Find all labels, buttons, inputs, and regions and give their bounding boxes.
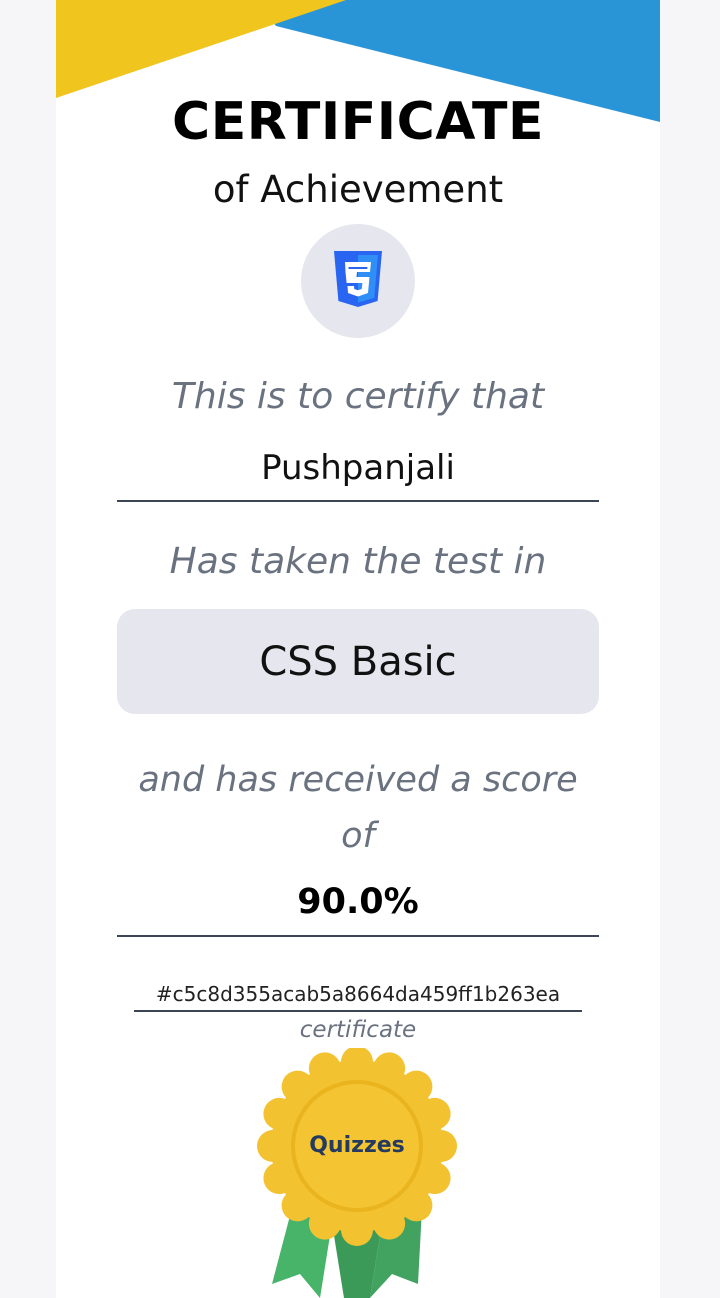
quizzes-badge: Quizzes [252,1046,462,1298]
seal-scallop [308,1207,341,1240]
seal-scallop [400,1189,433,1222]
certificate-title: CERTIFICATE [172,92,544,152]
course-logo [301,224,415,338]
certificate-card: CERTIFICATE of Achievement This is to ce… [56,0,660,1298]
banner-yellow-stripe [56,0,346,98]
seal-scallop [263,1162,296,1195]
seal-scallop [373,1207,406,1240]
certificate-subtitle: of Achievement [212,168,504,211]
seal-scallop [281,1070,314,1103]
seal-scallop [341,1214,373,1246]
seal-scallop [418,1162,451,1195]
taken-test-text: Has taken the test in [169,541,547,582]
badge-icon [257,1046,457,1298]
certify-text: This is to certify that [171,376,545,417]
test-name-box: CSS Basic [117,609,599,714]
certificate-label: certificate [299,1017,417,1043]
score-text: and has received a score of [138,760,578,856]
css3-icon [334,251,382,307]
certificate-id: #c5c8d355acab5a8664da459ff1b263ea [134,982,582,1012]
score-value: 90.0% [117,882,599,937]
seal-scallop [373,1052,406,1085]
recipient-name: Pushpanjali [117,448,599,502]
seal-scallop [281,1189,314,1222]
seal-scallop [418,1097,451,1130]
seal-scallop [263,1097,296,1130]
badge-text: Quizzes [309,1133,405,1158]
test-name: CSS Basic [259,638,457,685]
seal-scallop [308,1052,341,1085]
seal-scallop [400,1070,433,1103]
